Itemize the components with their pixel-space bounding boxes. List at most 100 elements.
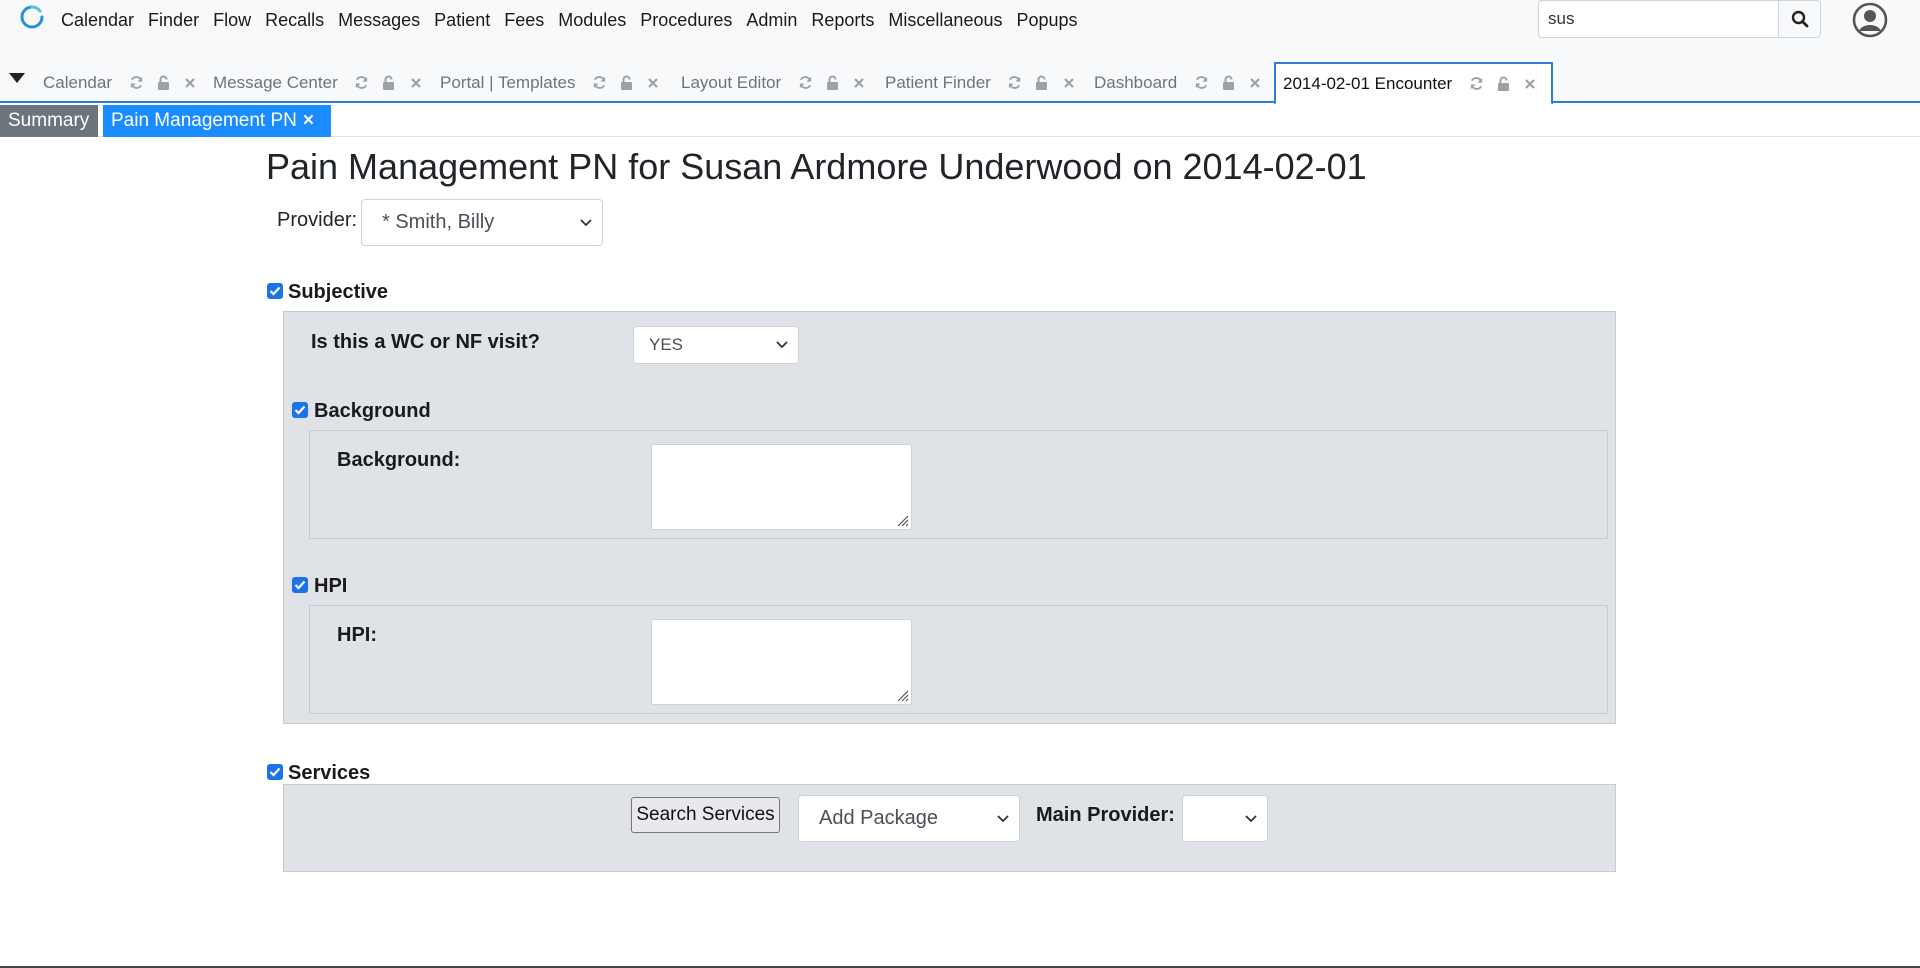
- search-input[interactable]: [1538, 0, 1778, 38]
- unlock-icon[interactable]: [1220, 75, 1236, 91]
- chevron-down-icon: [580, 218, 592, 226]
- subtab-summary-label: Summary: [8, 110, 90, 131]
- checkmark-icon: [294, 405, 306, 415]
- search-services-button[interactable]: Search Services: [631, 797, 780, 833]
- page-title: Pain Management PN for Susan Ardmore Und…: [266, 146, 1367, 187]
- close-icon[interactable]: [1522, 76, 1538, 92]
- checkmark-icon: [269, 286, 281, 296]
- close-icon[interactable]: [1247, 75, 1263, 91]
- menu-fees[interactable]: Fees: [497, 8, 551, 32]
- tab-layout-editor[interactable]: Layout Editor: [681, 62, 878, 103]
- hpi-textarea[interactable]: [651, 619, 912, 705]
- provider-label: Provider:: [277, 209, 358, 231]
- services-checkbox[interactable]: [267, 764, 283, 780]
- tab-message-center[interactable]: Message Center: [213, 62, 435, 103]
- refresh-icon[interactable]: [591, 75, 607, 91]
- menu-procedures[interactable]: Procedures: [633, 8, 739, 32]
- checkmark-icon: [294, 580, 306, 590]
- app-logo-icon[interactable]: [18, 4, 46, 32]
- subtab-summary[interactable]: Summary: [0, 105, 98, 137]
- unlock-icon[interactable]: [618, 75, 634, 91]
- menu-modules[interactable]: Modules: [551, 8, 633, 32]
- tab-label: 2014-02-01 Encounter: [1283, 73, 1453, 93]
- services-panel: Search Services Add Package Main Provide…: [283, 784, 1616, 872]
- tab-label: Portal | Templates: [440, 72, 576, 92]
- caret-down-icon[interactable]: [8, 72, 26, 84]
- refresh-icon[interactable]: [1007, 75, 1023, 91]
- services-label: Services: [288, 762, 371, 784]
- menu-recalls[interactable]: Recalls: [258, 8, 331, 32]
- tab-patient-finder[interactable]: Patient Finder: [885, 62, 1088, 103]
- unlock-icon[interactable]: [155, 75, 171, 91]
- top-menu-bar: Calendar Finder Flow Recalls Messages Pa…: [0, 0, 1920, 62]
- search-icon: [1791, 10, 1808, 28]
- tab-calendar[interactable]: Calendar: [43, 62, 209, 103]
- close-icon[interactable]: ×: [303, 110, 314, 132]
- menu-calendar[interactable]: Calendar: [61, 8, 141, 32]
- menu-finder[interactable]: Finder: [141, 8, 206, 32]
- encounter-subtabs: Summary Pain Management PN ×: [0, 104, 1920, 137]
- main-provider-select[interactable]: [1182, 795, 1268, 842]
- add-package-select[interactable]: Add Package: [798, 795, 1020, 842]
- close-icon[interactable]: [1061, 75, 1077, 91]
- background-field-label: Background:: [337, 449, 461, 471]
- background-panel: Background:: [309, 430, 1608, 539]
- unlock-icon[interactable]: [1034, 75, 1050, 91]
- menu-miscellaneous[interactable]: Miscellaneous: [881, 8, 1009, 32]
- close-icon[interactable]: [408, 75, 424, 91]
- background-checkbox[interactable]: [292, 402, 308, 418]
- search-button[interactable]: [1778, 0, 1821, 38]
- provider-select-value: * Smith, Billy: [382, 211, 495, 233]
- wc-nf-question: Is this a WC or NF visit?: [311, 331, 540, 353]
- refresh-icon[interactable]: [1193, 75, 1209, 91]
- subtab-pain-management[interactable]: Pain Management PN ×: [103, 105, 331, 137]
- refresh-icon[interactable]: [1468, 76, 1484, 92]
- subjective-panel: Is this a WC or NF visit? YES Background…: [283, 311, 1616, 724]
- hpi-label: HPI: [314, 575, 348, 597]
- menu-admin[interactable]: Admin: [739, 8, 804, 32]
- menu-messages[interactable]: Messages: [331, 8, 427, 32]
- tab-label: Calendar: [43, 72, 112, 92]
- wc-nf-select-value: YES: [649, 335, 684, 354]
- provider-select[interactable]: * Smith, Billy: [361, 199, 603, 246]
- background-label: Background: [314, 400, 431, 422]
- user-account-icon[interactable]: [1851, 1, 1889, 39]
- chevron-down-icon: [997, 814, 1009, 822]
- add-package-select-value: Add Package: [819, 807, 938, 829]
- menu-reports[interactable]: Reports: [804, 8, 881, 32]
- menu-flow[interactable]: Flow: [206, 8, 258, 32]
- unlock-icon[interactable]: [824, 75, 840, 91]
- subtab-pain-label: Pain Management PN: [111, 110, 297, 131]
- main-menu: Calendar Finder Flow Recalls Messages Pa…: [61, 8, 1085, 32]
- menu-popups[interactable]: Popups: [1009, 8, 1084, 32]
- tab-portal-templates[interactable]: Portal | Templates: [440, 62, 672, 103]
- subjective-checkbox[interactable]: [267, 283, 283, 299]
- tab-label: Dashboard: [1094, 72, 1178, 92]
- wc-nf-select[interactable]: YES: [633, 326, 799, 364]
- hpi-checkbox[interactable]: [292, 577, 308, 593]
- tab-label: Layout Editor: [681, 72, 782, 92]
- unlock-icon[interactable]: [381, 75, 397, 91]
- tab-label: Message Center: [213, 72, 338, 92]
- patient-search: [1538, 0, 1821, 38]
- resize-grip-icon[interactable]: [895, 513, 909, 527]
- chevron-down-icon: [1245, 814, 1257, 822]
- refresh-icon[interactable]: [797, 75, 813, 91]
- refresh-icon[interactable]: [128, 75, 144, 91]
- hpi-panel: HPI:: [309, 605, 1608, 714]
- background-textarea[interactable]: [651, 444, 912, 530]
- unlock-icon[interactable]: [1495, 76, 1511, 92]
- tab-label: Patient Finder: [885, 72, 991, 92]
- tab-encounter[interactable]: 2014-02-01 Encounter: [1274, 62, 1553, 105]
- checkmark-icon: [269, 767, 281, 777]
- subjective-label: Subjective: [288, 281, 389, 303]
- close-icon[interactable]: [645, 75, 661, 91]
- main-provider-label: Main Provider:: [1036, 804, 1175, 826]
- refresh-icon[interactable]: [354, 75, 370, 91]
- resize-grip-icon[interactable]: [895, 688, 909, 702]
- close-icon[interactable]: [182, 75, 198, 91]
- close-icon[interactable]: [851, 75, 867, 91]
- chevron-down-icon: [776, 341, 788, 349]
- menu-patient[interactable]: Patient: [427, 8, 497, 32]
- tab-dashboard[interactable]: Dashboard: [1094, 62, 1274, 103]
